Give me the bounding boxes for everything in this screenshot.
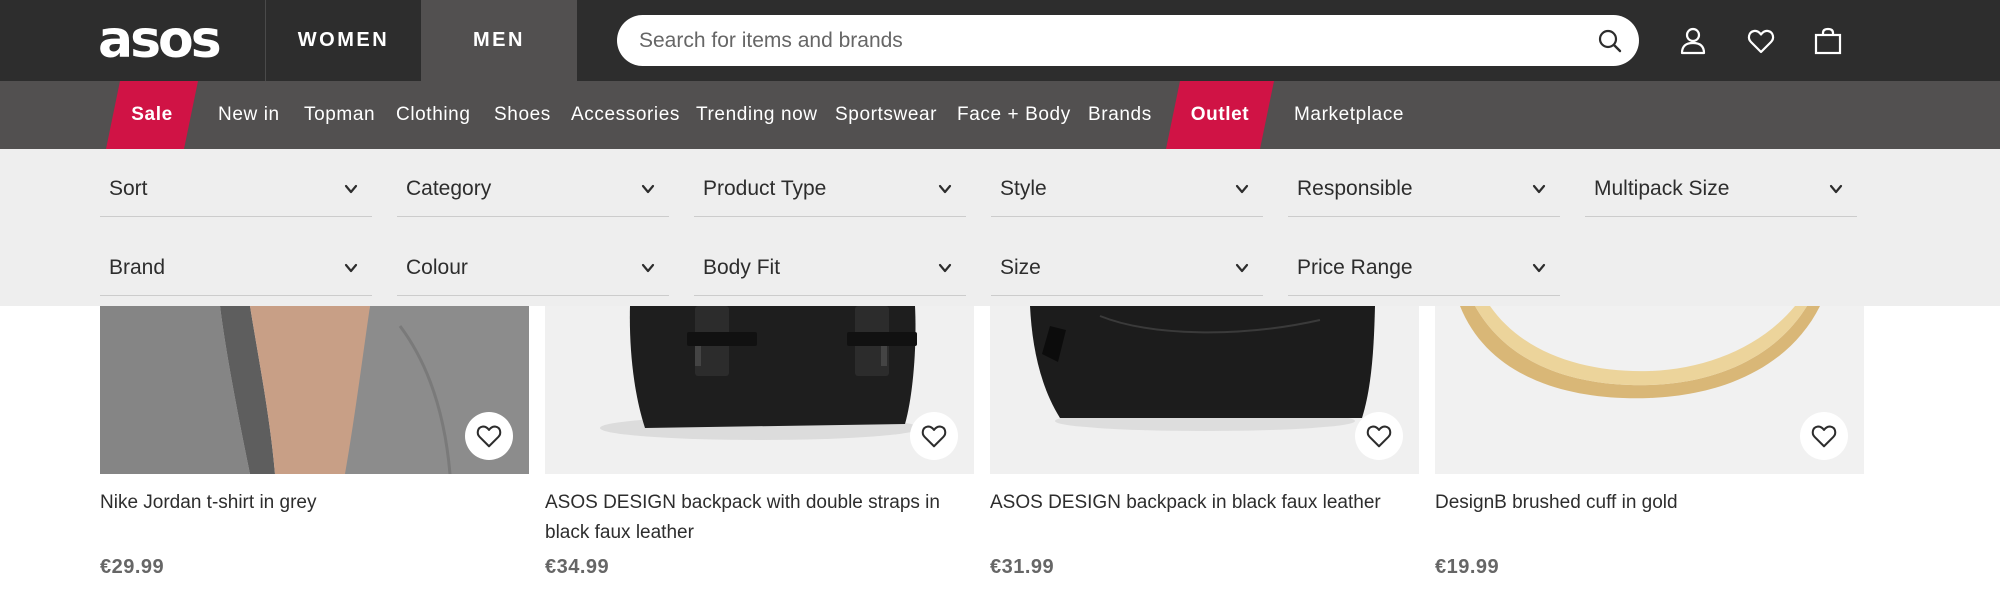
cuff-image — [1435, 306, 1864, 474]
filter-label: Style — [1000, 177, 1047, 200]
save-for-later-button[interactable] — [1800, 412, 1848, 460]
filter-label: Size — [1000, 256, 1041, 279]
backpack-image — [990, 306, 1419, 474]
site-header: asos WOMEN MEN — [0, 0, 2000, 81]
filter-product-type[interactable]: Product Type — [694, 161, 966, 217]
product-image[interactable] — [100, 306, 529, 474]
filter-panel: Sort Category Product Type Style Respons… — [0, 149, 2000, 306]
filter-label: Colour — [406, 256, 468, 279]
chevron-down-icon — [344, 184, 358, 194]
chevron-down-icon — [641, 263, 655, 273]
product-price: €34.99 — [545, 556, 610, 578]
nav-item-label: Outlet — [1190, 104, 1250, 125]
nav-item-accessories[interactable]: Accessories — [571, 81, 680, 149]
filter-responsible[interactable]: Responsible — [1288, 161, 1560, 217]
nav-item-clothing[interactable]: Clothing — [396, 81, 471, 149]
filter-label: Category — [406, 177, 492, 200]
backpack-image — [545, 306, 974, 474]
search-bar — [617, 15, 1639, 66]
save-for-later-button[interactable] — [910, 412, 958, 460]
heart-icon — [1366, 425, 1392, 448]
product-title[interactable]: DesignB brushed cuff in gold — [1435, 488, 1864, 518]
nav-item-new-in[interactable]: New in — [218, 81, 280, 149]
nav-item-label: Sale — [131, 104, 173, 125]
nav-item-sportswear[interactable]: Sportswear — [835, 81, 937, 149]
category-nav: Sale New in Topman Clothing Shoes Access… — [0, 81, 2000, 149]
product-price: €31.99 — [990, 556, 1055, 578]
filter-label: Brand — [109, 256, 166, 279]
save-for-later-button[interactable] — [465, 412, 513, 460]
product-title[interactable]: ASOS DESIGN backpack with double straps … — [545, 488, 974, 548]
filter-size[interactable]: Size — [991, 240, 1263, 296]
save-for-later-button[interactable] — [1355, 412, 1403, 460]
filter-price-range[interactable]: Price Range — [1288, 240, 1560, 296]
product-image[interactable] — [1435, 306, 1864, 474]
filter-label: Product Type — [703, 177, 827, 200]
product-price: €29.99 — [100, 556, 165, 578]
chevron-down-icon — [1532, 184, 1546, 194]
filter-colour[interactable]: Colour — [397, 240, 669, 296]
nav-item-trending-now[interactable]: Trending now — [696, 81, 818, 149]
tab-women[interactable]: WOMEN — [265, 0, 421, 81]
product-price: €19.99 — [1435, 556, 1500, 578]
nav-item-shoes[interactable]: Shoes — [494, 81, 551, 149]
filter-brand[interactable]: Brand — [100, 240, 372, 296]
filter-multipack-size[interactable]: Multipack Size — [1585, 161, 1857, 217]
filter-style[interactable]: Style — [991, 161, 1263, 217]
heart-icon — [1811, 425, 1837, 448]
tshirt-image — [100, 306, 529, 474]
chevron-down-icon — [938, 184, 952, 194]
filter-sort[interactable]: Sort — [100, 161, 372, 217]
heart-icon — [476, 425, 502, 448]
filter-category[interactable]: Category — [397, 161, 669, 217]
search-icon[interactable] — [1597, 28, 1623, 54]
filter-label: Price Range — [1297, 256, 1413, 279]
bag-icon[interactable] — [1813, 26, 1843, 56]
filter-label: Responsible — [1297, 177, 1413, 200]
tab-men[interactable]: MEN — [421, 0, 577, 81]
product-title[interactable]: Nike Jordan t-shirt in grey — [100, 488, 529, 518]
search-input[interactable] — [639, 15, 1579, 66]
filter-label: Body Fit — [703, 256, 781, 279]
chevron-down-icon — [1235, 263, 1249, 273]
chevron-down-icon — [344, 263, 358, 273]
filter-label: Sort — [109, 177, 148, 200]
heart-icon[interactable] — [1746, 26, 1776, 56]
asos-logo[interactable]: asos — [98, 14, 244, 66]
chevron-down-icon — [641, 184, 655, 194]
product-title[interactable]: ASOS DESIGN backpack in black faux leath… — [990, 488, 1419, 518]
nav-item-sale[interactable]: Sale — [106, 81, 198, 149]
nav-item-brands[interactable]: Brands — [1088, 81, 1152, 149]
nav-item-topman[interactable]: Topman — [304, 81, 375, 149]
nav-item-marketplace[interactable]: Marketplace — [1294, 81, 1404, 149]
product-image[interactable] — [990, 306, 1419, 474]
nav-item-face-body[interactable]: Face + Body — [957, 81, 1071, 149]
filter-body-fit[interactable]: Body Fit — [694, 240, 966, 296]
chevron-down-icon — [1829, 184, 1843, 194]
filter-label: Multipack Size — [1594, 177, 1730, 200]
account-icon[interactable] — [1678, 26, 1708, 56]
chevron-down-icon — [938, 263, 952, 273]
product-image[interactable] — [545, 306, 974, 474]
heart-icon — [921, 425, 947, 448]
chevron-down-icon — [1532, 263, 1546, 273]
chevron-down-icon — [1235, 184, 1249, 194]
nav-item-outlet[interactable]: Outlet — [1166, 81, 1274, 149]
